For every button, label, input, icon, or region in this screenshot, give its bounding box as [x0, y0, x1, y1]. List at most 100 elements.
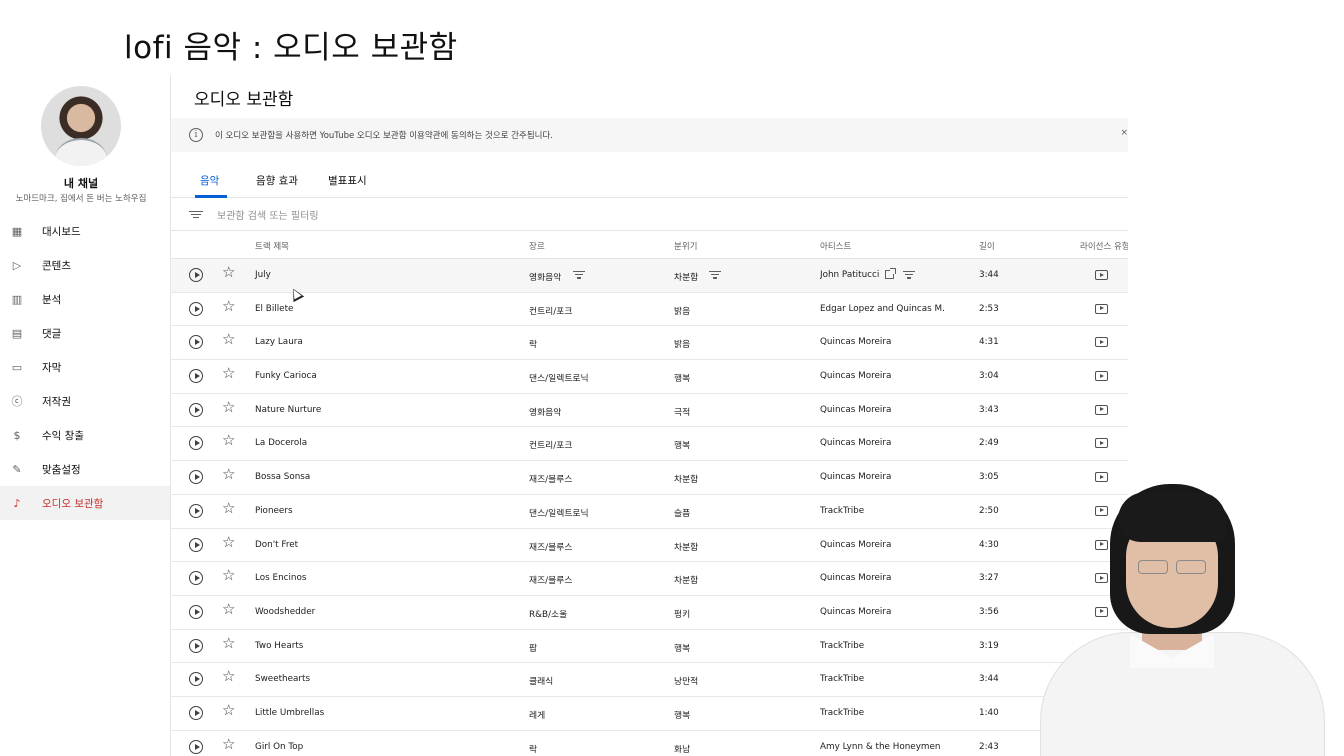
sidebar-item-0[interactable]: ▦ 대시보드 [0, 214, 170, 248]
play-icon[interactable] [189, 436, 203, 451]
table-row[interactable]: ☆ July 영화음악 차분함 John Patitucci 3:44 [171, 259, 1128, 293]
column-header-4[interactable]: 길이 [979, 240, 995, 252]
play-icon[interactable] [189, 638, 203, 653]
cell-title[interactable]: Don't Fret [255, 540, 298, 550]
play-icon[interactable] [189, 537, 203, 552]
sidebar-item-7[interactable]: ✎ 맞춤설정 [0, 452, 170, 486]
external-link-icon[interactable] [885, 268, 896, 279]
table-row[interactable]: ☆ Funky Carioca 댄스/일렉트로닉 행복 Quincas Moreira 3… [171, 360, 1128, 394]
cell-title[interactable]: Bossa Sonsa [255, 472, 310, 482]
play-icon[interactable] [189, 739, 203, 754]
star-icon[interactable]: ☆ [222, 736, 235, 752]
column-header-5[interactable]: 라이선스 유형 [1080, 240, 1128, 252]
star-icon[interactable]: ☆ [222, 568, 235, 583]
star-icon[interactable]: ☆ [222, 433, 235, 448]
sidebar-item-3[interactable]: ▤ 댓글 [0, 316, 170, 350]
sidebar-item-8[interactable]: ♪ 오디오 보관함 [0, 486, 170, 520]
cell-title[interactable]: La Docerola [255, 438, 307, 448]
table-row[interactable]: ☆ Nature Nurture 영화음악 극적 Quincas Moreira 3:43 [171, 394, 1128, 428]
filter-icon[interactable] [903, 271, 915, 279]
cell-title[interactable]: Pioneers [255, 506, 293, 516]
filter-icon[interactable] [189, 210, 203, 219]
tab-0[interactable]: 음악 [200, 173, 219, 188]
channel-avatar[interactable] [41, 86, 121, 166]
star-icon[interactable]: ☆ [222, 635, 235, 651]
star-icon[interactable]: ☆ [222, 702, 235, 718]
filter-icon[interactable] [573, 271, 585, 279]
filter-icon[interactable] [709, 271, 721, 279]
play-icon[interactable] [189, 604, 203, 619]
table-row[interactable]: ☆ Sweethearts 클래식 낭만적 TrackTribe 3:44 [171, 663, 1128, 697]
table-row[interactable]: ☆ La Docerola 컨트리/포크 행복 Quincas Moreira 2:49 [171, 427, 1128, 462]
sidebar-item-1[interactable]: ▷ 콘텐츠 [0, 248, 170, 282]
column-header-0[interactable]: 트랙 제목 [255, 240, 289, 252]
cell-length: 3:19 [979, 640, 999, 651]
license-play-icon[interactable] [1095, 438, 1108, 449]
cell-genre: R&B/소울 [529, 609, 568, 620]
license-play-icon[interactable] [1095, 404, 1108, 415]
license-play-icon[interactable] [1095, 303, 1108, 314]
cell-title[interactable]: Los Encinos [255, 573, 306, 583]
play-icon[interactable] [189, 402, 203, 417]
play-icon[interactable] [189, 301, 203, 316]
star-icon[interactable]: ☆ [222, 366, 235, 381]
cell-title[interactable]: Woodshedder [255, 607, 315, 617]
cell-genre: 컨트리/포크 [529, 441, 573, 452]
cell-title[interactable]: Lazy Laura [255, 337, 303, 347]
license-play-icon[interactable] [1095, 472, 1108, 483]
cell-title[interactable]: Two Hearts [255, 641, 303, 651]
column-header-1[interactable]: 장르 [529, 240, 545, 252]
sidebar-item-4[interactable]: ▭ 자막 [0, 350, 170, 384]
table-row[interactable]: ☆ Bossa Sonsa 재즈/블루스 차분함 Quincas Moreira 3:05 [171, 461, 1128, 495]
cell-title[interactable]: El Billete [255, 304, 293, 314]
license-play-icon[interactable] [1095, 337, 1108, 348]
play-icon[interactable] [189, 705, 203, 720]
license-play-icon[interactable] [1095, 270, 1108, 280]
play-icon[interactable] [189, 470, 203, 485]
cell-title[interactable]: Girl On Top [255, 742, 303, 752]
table-row[interactable]: ☆ Pioneers 댄스/일렉트로닉 슬픔 TrackTribe 2:50 [171, 495, 1128, 529]
terms-notice: i 이 오디오 보관함을 사용하면 YouTube 오디오 보관함 이용약관에 … [171, 118, 1128, 152]
play-icon[interactable] [189, 672, 203, 687]
star-icon[interactable]: ☆ [222, 534, 235, 550]
star-icon[interactable]: ☆ [222, 332, 235, 347]
table-row[interactable]: ☆ Woodshedder R&B/소울 펑키 Quincas Moreira 3:56 [171, 596, 1128, 630]
tab-2[interactable]: 별표표시 [328, 173, 367, 188]
cell-title[interactable]: Little Umbrellas [255, 708, 324, 718]
column-header-3[interactable]: 아티스트 [820, 240, 851, 252]
table-row[interactable]: ☆ Don't Fret 재즈/블루스 차분함 Quincas Moreira 4:30 [171, 529, 1128, 563]
star-icon[interactable]: ☆ [222, 669, 235, 684]
play-icon[interactable] [189, 268, 203, 282]
play-icon[interactable] [189, 503, 203, 518]
star-icon[interactable]: ☆ [222, 399, 235, 415]
star-icon[interactable]: ☆ [222, 601, 235, 617]
license-play-icon[interactable] [1095, 371, 1108, 382]
table-row[interactable]: ☆ Los Encinos 재즈/블루스 차분함 Quincas Moreira 3:27 [171, 562, 1128, 596]
table-row[interactable]: ☆ Little Umbrellas 레게 행복 TrackTribe 1:40 [171, 697, 1128, 731]
column-header-2[interactable]: 분위기 [674, 240, 697, 252]
cell-title[interactable]: Nature Nurture [255, 405, 321, 415]
table-row[interactable]: ☆ Lazy Laura 락 밝음 Quincas Moreira 4:31 [171, 326, 1128, 361]
play-icon[interactable] [189, 369, 203, 384]
star-icon[interactable]: ☆ [222, 467, 235, 482]
sidebar-item-6[interactable]: $ 수익 창출 [0, 418, 170, 452]
close-icon[interactable]: × [1120, 128, 1128, 138]
star-icon[interactable]: ☆ [222, 298, 235, 314]
tab-1[interactable]: 음향 효과 [256, 173, 298, 188]
cell-title[interactable]: Sweethearts [255, 674, 310, 684]
star-icon[interactable]: ☆ [222, 265, 235, 280]
cell-title[interactable]: Funky Carioca [255, 371, 317, 381]
table-row[interactable]: ☆ Two Hearts 팝 행복 TrackTribe 3:19 [171, 630, 1128, 664]
sidebar-item-2[interactable]: ▥ 분석 [0, 282, 170, 316]
filter-input[interactable]: 보관함 검색 또는 필터링 [217, 207, 319, 222]
star-icon[interactable]: ☆ [222, 500, 235, 516]
play-icon[interactable] [189, 335, 203, 350]
table-row[interactable]: ☆ Girl On Top 락 화남 Amy Lynn & the Honeymen 2:… [171, 731, 1128, 756]
table-row[interactable]: ☆ El Billete 컨트리/포크 밝음 Edgar Lopez and Quinc… [171, 293, 1128, 327]
cell-genre: 락 [529, 744, 538, 755]
presenter-shirt [1040, 632, 1325, 756]
sidebar-item-5[interactable]: ⓒ 저작권 [0, 384, 170, 418]
cell-title[interactable]: July [255, 270, 271, 280]
play-icon[interactable] [189, 571, 203, 586]
filter-bar[interactable]: 보관함 검색 또는 필터링 [171, 199, 1128, 231]
